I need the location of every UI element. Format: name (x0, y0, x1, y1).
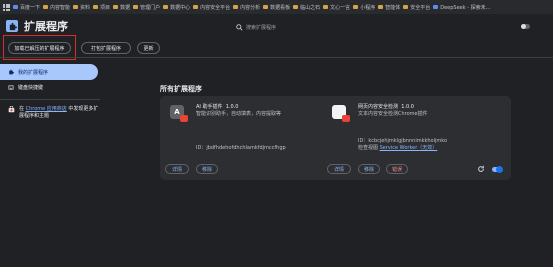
web-store-link[interactable]: Chrome 应用商店 (26, 106, 67, 112)
reload-icon[interactable] (477, 165, 485, 173)
service-worker-link[interactable]: Service Worker（无效） (380, 145, 438, 151)
folder-icon (233, 5, 239, 9)
folder-icon (133, 5, 139, 9)
dev-mode-switch[interactable] (521, 23, 530, 29)
folder-icon (378, 5, 384, 9)
keyboard-icon (8, 85, 14, 90)
folder-icon (93, 5, 99, 9)
baidu-icon (13, 5, 18, 9)
bookmark-item[interactable]: 安全平台 (403, 4, 430, 11)
extension-name: 网页内容安全检测 1.0.0 (358, 104, 414, 110)
extension-description: 文本内容安全检测Chrome插件 (358, 111, 428, 117)
web-store-promo: 在 Chrome 应用商店 中发现更多扩展程序和主题 (8, 106, 101, 120)
extension-icon (9, 69, 14, 75)
header-divider (0, 57, 553, 58)
section-title: 所有扩展程序 (160, 85, 202, 93)
remove-button[interactable]: 移除 (196, 164, 218, 174)
bookmark-item[interactable]: 数据看板 (263, 4, 290, 11)
extension-description: 智能识别助手，自动填表，内容提取等 (196, 111, 282, 117)
bookmark-item[interactable]: 内容智能 (43, 4, 70, 11)
search-input[interactable]: 搜索扩展程序 (236, 21, 376, 34)
bookmark-item[interactable]: 数据 (113, 4, 130, 11)
folder-icon (263, 5, 269, 9)
remove-button[interactable]: 移除 (358, 164, 380, 174)
bookmark-item[interactable]: 文心一言 (323, 4, 350, 11)
bookmark-item[interactable]: 数据中心 (163, 4, 190, 11)
warning-badge-icon (342, 115, 350, 122)
folder-icon (113, 5, 119, 9)
folder-icon (403, 5, 409, 9)
errors-button[interactable]: 错误 (386, 164, 408, 174)
web-store-text: 在 Chrome 应用商店 中发现更多扩展程序和主题 (19, 106, 99, 119)
bookmark-item[interactable]: 资料 (73, 4, 90, 11)
bookmark-item[interactable]: 小程序 (353, 4, 375, 11)
pack-extension-button[interactable]: 打包扩展程序 (81, 42, 131, 54)
web-store-icon (8, 106, 15, 113)
bookmark-item[interactable]: 智能体 (378, 4, 400, 11)
extension-version: 1.0.0 (225, 104, 239, 110)
extension-card: 网页内容安全检测 1.0.0 文本内容安全检测Chrome插件 ID：kcbcj… (322, 96, 511, 180)
folder-icon (193, 5, 199, 9)
load-unpacked-button[interactable]: 加载已解压的扩展程序 (8, 42, 71, 54)
bookmark-item[interactable]: 内容分析 (233, 4, 260, 11)
sidebar-item-label: 键盘快捷键 (18, 85, 44, 91)
bookmark-item[interactable]: 内容安全平台 (193, 4, 230, 11)
bookmark-item[interactable]: 百度一下 (13, 4, 40, 11)
enable-toggle[interactable] (492, 166, 503, 173)
bookmarks-bar: 百度一下 内容智能 资料 项目 数据 管理门户 数据中心 内容安全平台 内容分析… (0, 0, 553, 14)
sidebar-item-label: 我的扩展程序 (18, 69, 49, 76)
folder-icon (163, 5, 169, 9)
warning-badge-icon (180, 115, 188, 122)
bookmark-item[interactable]: 管理门户 (133, 4, 160, 11)
details-button[interactable]: 详情 (165, 164, 189, 174)
search-placeholder: 搜索扩展程序 (246, 25, 277, 31)
search-icon (236, 24, 243, 31)
sidebar-divider (0, 99, 100, 100)
update-button[interactable]: 更新 (137, 42, 160, 54)
dev-mode-toggle[interactable] (521, 22, 539, 30)
details-button[interactable]: 详情 (327, 164, 351, 174)
folder-icon (43, 5, 49, 9)
apps-grid-icon[interactable] (3, 3, 10, 11)
extension-card: A AI 助手插件 1.0.0 智能识别助手，自动填表，内容提取等 ID：jbd… (160, 96, 349, 180)
bookmark-item[interactable]: 项目 (93, 4, 110, 11)
extensions-logo-icon (6, 20, 18, 32)
bookmark-item[interactable]: 临山之石 (293, 4, 320, 11)
folder-icon (323, 5, 329, 9)
extension-name: AI 助手插件 1.0.0 (196, 104, 239, 110)
bookmark-item[interactable]: DeepSeek - 探索未... (433, 4, 490, 11)
extension-id: ID：jbdfhdehofdhchlamkfdjmccfhgp (196, 145, 286, 151)
sidebar-item-my-extensions[interactable]: 我的扩展程序 (0, 64, 98, 80)
page-title: 扩展程序 (24, 20, 68, 33)
inspect-views: 检查视图 Service Worker（无效） (358, 145, 438, 151)
folder-icon (293, 5, 299, 9)
folder-icon (73, 5, 79, 9)
extension-id: ID：kcbcjehjmklgjbnnnimkkholjmko (358, 138, 448, 144)
folder-icon (353, 5, 359, 9)
deepseek-icon (433, 5, 439, 9)
sidebar-item-shortcuts[interactable]: 键盘快捷键 (8, 84, 43, 91)
extension-version: 1.0.0 (401, 104, 414, 110)
